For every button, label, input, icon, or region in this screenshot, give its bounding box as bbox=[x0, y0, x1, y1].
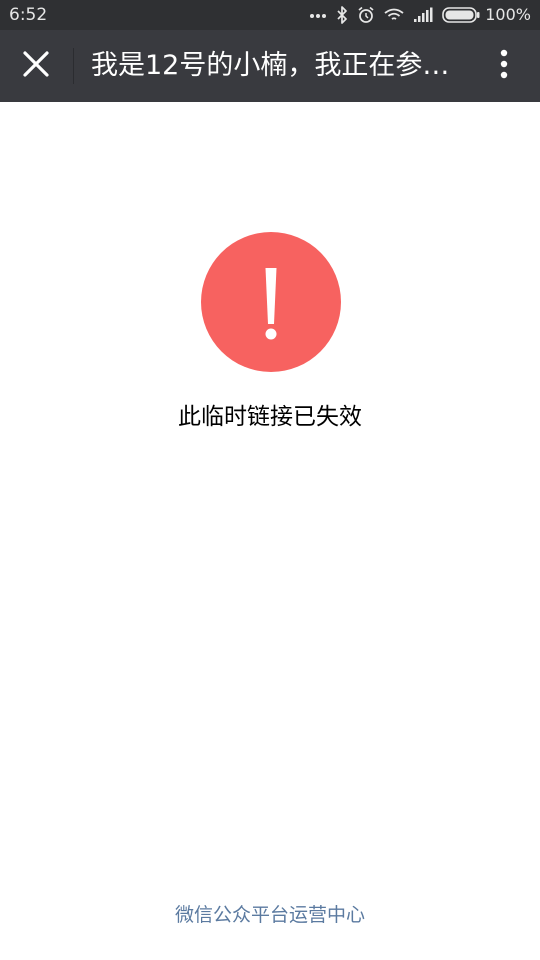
signal-icon bbox=[413, 7, 433, 23]
wifi-icon bbox=[384, 7, 404, 23]
page-title: 我是12号的小楠，我正在参加… bbox=[91, 50, 473, 81]
battery-icon bbox=[442, 7, 480, 23]
status-icons: 100% bbox=[309, 3, 531, 27]
status-bar: 6:52 100% bbox=[0, 0, 540, 30]
more-options-button[interactable] bbox=[482, 44, 526, 88]
error-message: 此临时链接已失效 bbox=[178, 404, 362, 430]
close-icon bbox=[23, 51, 49, 81]
alarm-icon bbox=[357, 6, 375, 24]
nav-bar: 我是12号的小楠，我正在参加… bbox=[0, 30, 540, 102]
more-vertical-icon bbox=[500, 49, 508, 83]
nav-divider bbox=[73, 48, 74, 84]
status-time: 6:52 bbox=[9, 5, 48, 25]
more-dots-icon bbox=[309, 11, 327, 19]
warning-exclamation-icon bbox=[201, 232, 341, 372]
bluetooth-icon bbox=[336, 6, 348, 24]
close-button[interactable] bbox=[12, 42, 60, 90]
battery-percent: 100% bbox=[485, 5, 531, 24]
footer-link[interactable]: 微信公众平台运营中心 bbox=[0, 900, 540, 930]
